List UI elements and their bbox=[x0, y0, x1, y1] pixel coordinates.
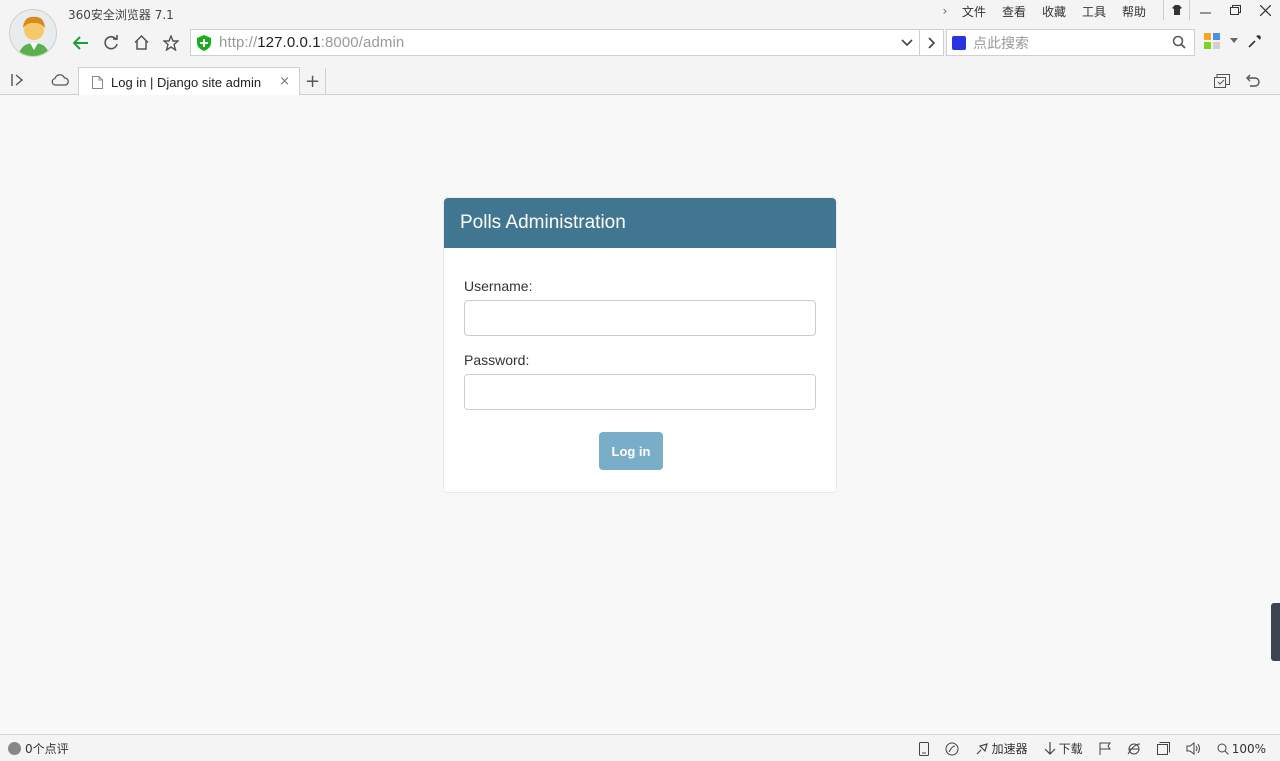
page-document-icon bbox=[92, 75, 103, 89]
zoom-level: 100% bbox=[1231, 741, 1266, 756]
zoom-control[interactable]: 100% bbox=[1217, 742, 1266, 756]
maximize-button[interactable] bbox=[1220, 0, 1250, 20]
address-bar[interactable]: http://127.0.0.1:8000/admin bbox=[190, 29, 944, 56]
menu-bar: › 文件 查看 收藏 工具 帮助 bbox=[936, 4, 1154, 20]
login-panel: Polls Administration Username: Password:… bbox=[443, 197, 837, 493]
chevron-down-icon[interactable] bbox=[1230, 38, 1238, 44]
undo-close-tab-icon[interactable] bbox=[1244, 74, 1260, 88]
username-row: Username: bbox=[464, 278, 816, 336]
tab-strip-right bbox=[1214, 74, 1260, 88]
skin-icon[interactable] bbox=[1163, 0, 1190, 20]
username-label: Username: bbox=[464, 278, 533, 294]
url-scheme: http:// bbox=[219, 34, 258, 51]
eyedropper-icon[interactable] bbox=[1248, 34, 1262, 48]
tab-title: Log in | Django site admin bbox=[111, 74, 262, 90]
menu-help[interactable]: 帮助 bbox=[1114, 4, 1154, 20]
baidu-paw-icon[interactable] bbox=[952, 35, 966, 50]
new-tab-button[interactable]: + bbox=[300, 68, 326, 94]
extension-icons bbox=[1204, 33, 1262, 49]
password-row: Password: bbox=[464, 352, 816, 410]
password-input[interactable] bbox=[464, 374, 816, 410]
close-tab-icon[interactable]: × bbox=[279, 74, 290, 89]
site-title: Polls Administration bbox=[460, 212, 626, 233]
cloud-icon[interactable] bbox=[51, 74, 69, 86]
refresh-button[interactable] bbox=[96, 29, 126, 56]
ie-mode-icon[interactable] bbox=[1127, 742, 1141, 756]
menu-file[interactable]: 文件 bbox=[954, 4, 994, 20]
menu-tools[interactable]: 工具 bbox=[1074, 4, 1114, 20]
login-header: Polls Administration bbox=[444, 198, 836, 248]
menu-favorites[interactable]: 收藏 bbox=[1034, 4, 1074, 20]
address-dropdown-button[interactable] bbox=[894, 29, 920, 56]
nav-toolbar bbox=[66, 29, 186, 56]
volume-icon[interactable] bbox=[1186, 742, 1201, 755]
url-text[interactable]: http://127.0.0.1:8000/admin bbox=[219, 34, 404, 51]
status-tools: 加速器 下载 100% bbox=[918, 740, 1266, 757]
app-title: 360安全浏览器 7.1 bbox=[68, 8, 174, 22]
status-bar: 0个点评 加速器 下载 100% bbox=[0, 734, 1280, 761]
menu-view[interactable]: 查看 bbox=[994, 4, 1034, 20]
window-controls bbox=[1163, 0, 1280, 20]
page-viewport: Polls Administration Username: Password:… bbox=[0, 95, 1280, 734]
back-button[interactable] bbox=[66, 29, 96, 56]
comments-status[interactable]: 0个点评 bbox=[8, 740, 69, 757]
url-host: 127.0.0.1 bbox=[257, 34, 321, 51]
side-panel-handle[interactable] bbox=[1271, 603, 1280, 661]
tab-django-admin[interactable]: Log in | Django site admin × bbox=[78, 67, 300, 96]
sidebar-toggle-icon[interactable] bbox=[11, 74, 25, 86]
leaf-icon[interactable] bbox=[945, 742, 959, 756]
apps-grid-icon[interactable] bbox=[1204, 33, 1220, 49]
bookmark-star-button[interactable] bbox=[156, 29, 186, 56]
download-label: 下载 bbox=[1058, 742, 1083, 756]
url-path: :8000/admin bbox=[320, 34, 405, 51]
username-input[interactable] bbox=[464, 300, 816, 336]
mobile-icon[interactable] bbox=[918, 741, 929, 756]
comments-count: 0个点评 bbox=[25, 742, 69, 756]
chevron-right-icon[interactable]: › bbox=[936, 4, 954, 20]
download-button[interactable]: 下载 bbox=[1044, 740, 1083, 757]
password-label: Password: bbox=[464, 352, 530, 368]
window-icon[interactable] bbox=[1156, 742, 1170, 755]
search-placeholder: 点此搜索 bbox=[973, 35, 1029, 52]
search-icon[interactable] bbox=[1172, 35, 1186, 49]
accelerator-button[interactable]: 加速器 bbox=[975, 740, 1028, 757]
login-button[interactable]: Log in bbox=[599, 432, 663, 470]
security-shield-icon bbox=[197, 34, 213, 51]
flag-icon[interactable] bbox=[1099, 742, 1111, 755]
tab-strip: Log in | Django site admin × + bbox=[0, 62, 1280, 96]
minimize-button[interactable] bbox=[1190, 0, 1220, 20]
user-avatar[interactable] bbox=[9, 9, 57, 57]
home-button[interactable] bbox=[126, 29, 156, 56]
chevron-right-icon[interactable] bbox=[920, 29, 944, 56]
search-box[interactable]: 点此搜索 bbox=[946, 29, 1195, 56]
tab-list-icon[interactable] bbox=[1214, 74, 1230, 88]
comment-ball-icon bbox=[8, 742, 21, 755]
close-window-button[interactable] bbox=[1250, 0, 1280, 20]
accelerator-label: 加速器 bbox=[991, 742, 1028, 756]
